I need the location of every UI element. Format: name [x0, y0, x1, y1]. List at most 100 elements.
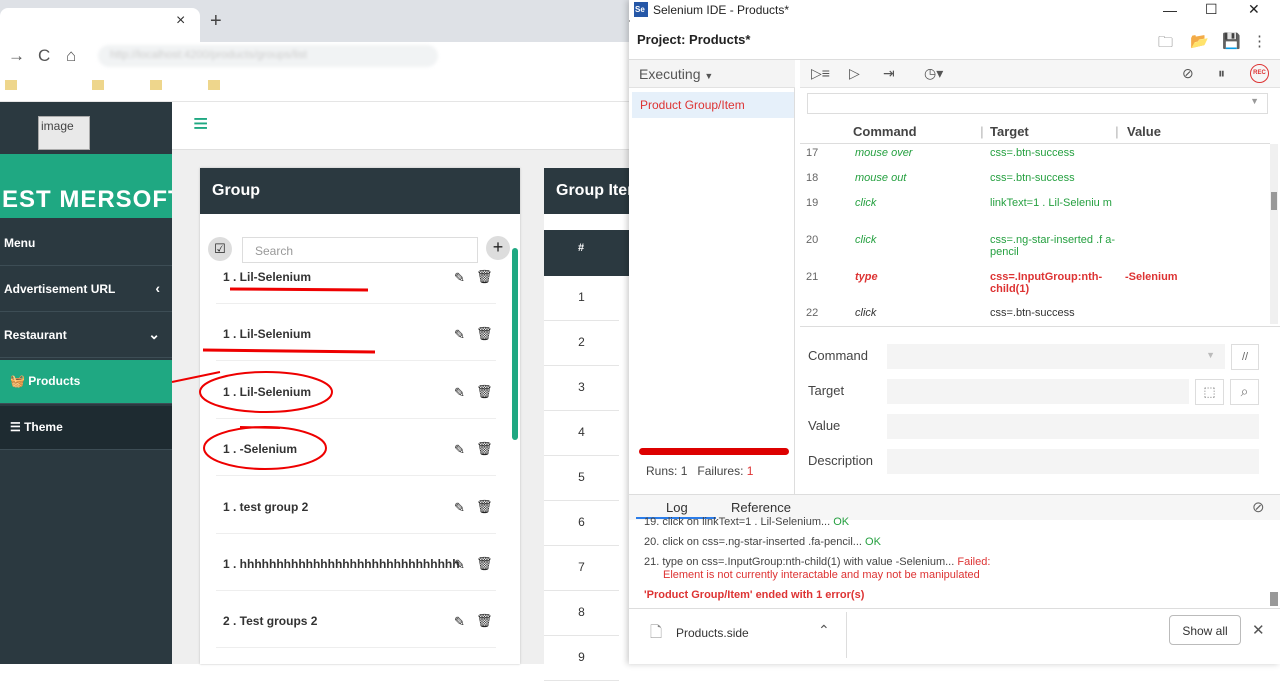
run-all-tests-icon[interactable]: ▷≡	[811, 65, 830, 82]
command-input[interactable]: ▼	[887, 344, 1225, 369]
maximize-icon[interactable]: ☐	[1205, 1, 1218, 18]
edit-pencil-icon[interactable]: ✎	[454, 614, 465, 630]
reload-icon[interactable]: C	[38, 46, 50, 66]
row-number: 20	[806, 234, 819, 246]
row-number: 19	[806, 197, 819, 209]
bookmark-icon[interactable]	[150, 80, 162, 90]
tab-reference[interactable]: Reference	[731, 500, 791, 515]
sliders-icon: ☰	[10, 420, 25, 434]
group-search-input[interactable]: Search	[242, 237, 478, 263]
group-list-item[interactable]: 1 . hhhhhhhhhhhhhhhhhhhhhhhhhhhhhhhhhhhh…	[216, 551, 496, 591]
group-name: 1 . test group 2	[223, 499, 309, 514]
minimize-icon[interactable]: —	[1163, 2, 1177, 18]
project-name[interactable]: Products*	[689, 32, 750, 47]
command-cell: click	[855, 307, 877, 319]
bookmark-icon[interactable]	[5, 80, 17, 90]
group-list-item[interactable]: 1 . -Selenium ✎ 🗑	[216, 436, 496, 477]
browser-tab[interactable]	[0, 8, 200, 42]
runs-label: Runs:	[646, 464, 678, 478]
select-target-icon[interactable]: ⬚	[1195, 379, 1224, 405]
delete-trash-icon[interactable]: 🗑	[476, 384, 493, 400]
edit-pencil-icon[interactable]: ✎	[454, 500, 465, 516]
command-table-scrollbar[interactable]	[1270, 144, 1278, 324]
edit-pencil-icon[interactable]: ✎	[454, 327, 465, 343]
delete-trash-icon[interactable]: 🗑	[476, 326, 493, 342]
log-scrollbar[interactable]	[1270, 592, 1278, 606]
group-card-title: Group	[200, 168, 520, 214]
edit-pencil-icon[interactable]: ✎	[454, 557, 465, 573]
bookmark-icon[interactable]	[208, 80, 220, 90]
target-cell: css=.btn-success	[990, 147, 1075, 159]
scrollbar-thumb[interactable]	[1271, 192, 1277, 210]
edit-pencil-icon[interactable]: ✎	[454, 442, 465, 458]
chevron-up-icon[interactable]: ⌃	[818, 622, 830, 639]
more-options-icon[interactable]: ⋮	[1252, 32, 1267, 50]
log-error-detail: Element is not currently interactable an…	[663, 569, 980, 581]
group-list-item[interactable]: 1 . Lil-Selenium ✎ 🗑	[216, 379, 496, 419]
edit-pencil-icon[interactable]: ✎	[454, 385, 465, 401]
hamburger-menu-icon[interactable]: ≡	[193, 110, 208, 136]
delete-trash-icon[interactable]: 🗑	[476, 613, 493, 629]
download-filename[interactable]: Products.side	[676, 626, 749, 640]
runs-count: 1	[680, 464, 688, 478]
delete-trash-icon[interactable]: 🗑	[476, 269, 493, 285]
logo-image: image	[38, 116, 90, 150]
home-icon[interactable]: ⌂	[66, 46, 76, 66]
edit-pencil-icon[interactable]: ✎	[454, 270, 465, 286]
group-list-scrollbar[interactable]	[512, 248, 518, 440]
close-icon[interactable]: ✕	[1252, 621, 1265, 639]
sidebar-item-advertisement-url[interactable]: Advertisement URL ‹	[0, 268, 172, 312]
row-number: 22	[806, 307, 819, 319]
sidebar-item-menu[interactable]: Menu	[0, 222, 172, 266]
new-project-icon[interactable]: 🗀	[1158, 32, 1173, 57]
new-tab-icon[interactable]: +	[210, 10, 222, 33]
executing-label: Executing	[639, 66, 701, 82]
col-divider: |	[980, 124, 984, 139]
step-over-icon[interactable]: ⇥	[883, 65, 895, 82]
clear-log-icon[interactable]: ⊘	[1252, 498, 1265, 516]
base-url-select[interactable]: ▼	[807, 93, 1268, 114]
brand-text: EST MERSOFT	[2, 186, 184, 213]
ide-title: Selenium IDE - Products*	[629, 0, 1280, 20]
speed-icon[interactable]: ◷▾	[924, 65, 943, 82]
group-list-item[interactable]: 1 . Lil-Selenium ✎ 🗑	[216, 264, 496, 304]
run-test-icon[interactable]: ▷	[849, 65, 860, 82]
command-cell: mouse over	[855, 147, 913, 159]
record-icon[interactable]: REC	[1250, 64, 1269, 83]
test-case-item[interactable]: Product Group/Item	[632, 92, 794, 118]
value-input[interactable]	[887, 414, 1259, 439]
tab-close-icon[interactable]: ×	[176, 12, 185, 30]
show-all-button[interactable]: Show all	[1169, 615, 1241, 645]
url-field[interactable]: http://localhost:4200/products/groups/li…	[98, 45, 438, 67]
forward-icon[interactable]: →	[8, 46, 25, 66]
sidebar-item-theme[interactable]: ☰ Theme	[0, 406, 172, 450]
disable-breakpoints-icon[interactable]: ⊘	[1182, 65, 1194, 82]
group-list-item[interactable]: 1 . test group 2 ✎ 🗑	[216, 494, 496, 534]
comment-button[interactable]: //	[1231, 344, 1259, 370]
pause-on-exceptions-icon[interactable]: ⏸	[1218, 65, 1225, 82]
save-project-icon[interactable]: 💾	[1222, 32, 1241, 50]
select-all-icon[interactable]: ☑	[208, 237, 232, 261]
sidebar-item-products[interactable]: 🧺 Products	[0, 360, 172, 404]
group-list-item[interactable]: 1 . Lil-Selenium ✎ 🗑	[216, 321, 496, 362]
group-name: 1 . Lil-Selenium	[223, 327, 312, 342]
group-name: 1 . hhhhhhhhhhhhhhhhhhhhhhhhhhhhhhhhhhhh…	[223, 557, 459, 571]
run-progress-bar	[639, 448, 789, 455]
group-list-item[interactable]: 2 . Test groups 2 ✎ 🗑	[216, 608, 496, 649]
open-project-icon[interactable]: 📂	[1190, 32, 1209, 50]
delete-trash-icon[interactable]: 🗑	[476, 499, 493, 515]
executing-dropdown[interactable]: Executing ▼	[629, 60, 795, 88]
target-cell: css=.btn-success	[990, 172, 1075, 184]
close-window-icon[interactable]: ✕	[1248, 1, 1260, 18]
items-table-row-number: 4	[544, 411, 619, 456]
tab-log[interactable]: Log	[666, 500, 688, 515]
find-target-icon[interactable]: ⌕	[1230, 379, 1259, 405]
add-group-button[interactable]: +	[486, 236, 510, 260]
delete-trash-icon[interactable]: 🗑	[476, 556, 493, 572]
description-input[interactable]	[887, 449, 1259, 474]
delete-trash-icon[interactable]: 🗑	[476, 441, 493, 457]
row-number: 17	[806, 147, 819, 159]
sidebar-item-restaurant[interactable]: Restaurant ⌄	[0, 314, 172, 358]
target-input[interactable]	[887, 379, 1189, 404]
bookmark-icon[interactable]	[92, 80, 104, 90]
